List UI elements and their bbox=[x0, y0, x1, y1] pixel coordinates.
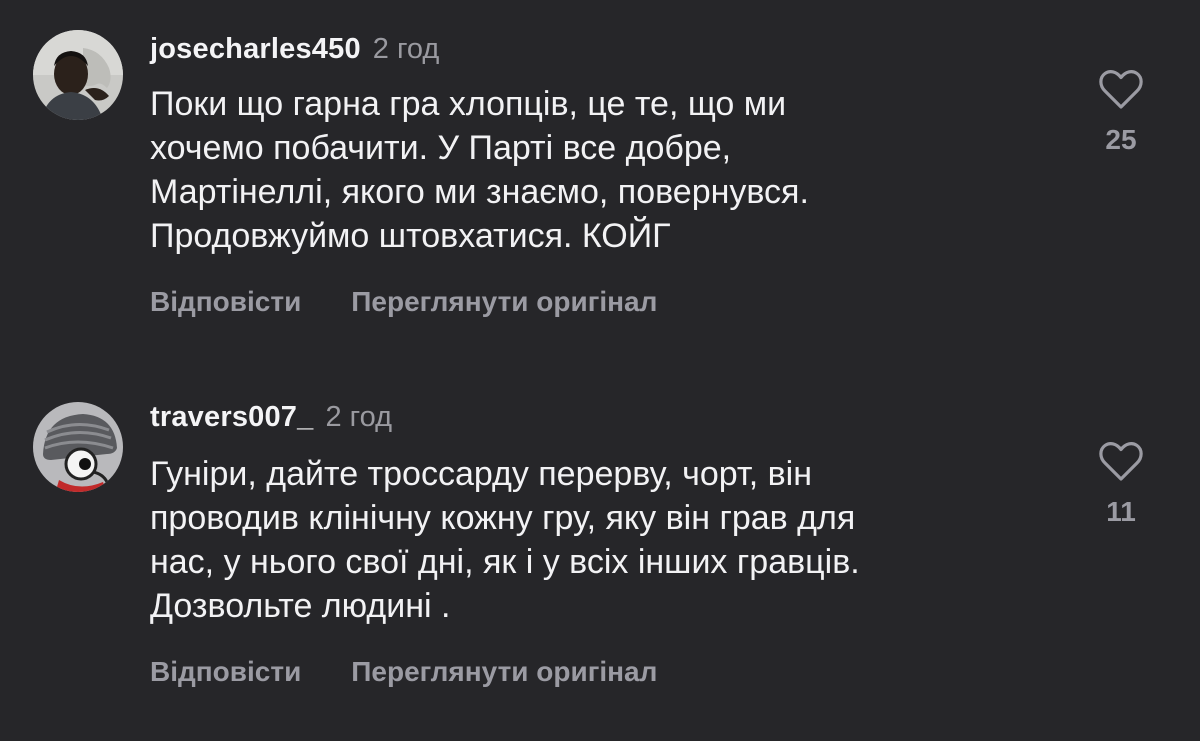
comment-actions: Відповісти Переглянути оригінал bbox=[150, 656, 657, 688]
username[interactable]: josecharles450 bbox=[150, 33, 361, 66]
comment-text-line: Продовжуймо штовхатися. КОЙГ bbox=[150, 217, 671, 255]
timestamp: 2 год bbox=[372, 33, 440, 65]
comment-item: josecharles450 2 год Поки що гарна гра х… bbox=[0, 0, 1200, 360]
comment-header: travers007_ 2 год bbox=[150, 401, 392, 441]
comment-text: Поки що гарна гра хлопців, це те, що ми … bbox=[150, 82, 1050, 258]
comment-actions: Відповісти Переглянути оригінал bbox=[150, 286, 657, 318]
comment-text-line: хочемо побачити. У Парті все добре, bbox=[150, 129, 732, 167]
comment-item: travers007_ 2 год Гуніри, дайте троссард… bbox=[0, 370, 1200, 741]
username[interactable]: travers007_ bbox=[150, 401, 313, 434]
user-photo-avatar-icon bbox=[33, 30, 123, 120]
timestamp: 2 год bbox=[325, 401, 393, 433]
comment-text: Гуніри, дайте троссарду перерву, чорт, в… bbox=[150, 452, 1050, 628]
comment-text-line: нас, у нього свої дні, як і у всіх інших… bbox=[150, 543, 860, 581]
like-control: 11 bbox=[1090, 442, 1152, 528]
heart-outline-icon[interactable] bbox=[1098, 70, 1144, 110]
comment-text-line: Мартінеллі, якого ми знаємо, повернувся. bbox=[150, 173, 809, 211]
avatar[interactable] bbox=[33, 30, 123, 120]
like-count: 11 bbox=[1106, 496, 1136, 527]
avatar[interactable] bbox=[33, 402, 123, 492]
comment-header: josecharles450 2 год bbox=[150, 33, 439, 73]
heart-outline-icon[interactable] bbox=[1098, 442, 1144, 482]
like-count: 25 bbox=[1105, 124, 1137, 155]
see-original-button[interactable]: Переглянути оригінал bbox=[351, 656, 657, 688]
like-control: 25 bbox=[1090, 70, 1152, 156]
comment-text-line: Дозвольте людині . bbox=[150, 587, 451, 625]
comment-text-line: проводив клінічну кожну гру, яку він гра… bbox=[150, 499, 856, 537]
comment-text-line: Поки що гарна гра хлопців, це те, що ми bbox=[150, 85, 787, 123]
comment-text-line: Гуніри, дайте троссарду перерву, чорт, в… bbox=[150, 455, 812, 493]
see-original-button[interactable]: Переглянути оригінал bbox=[351, 286, 657, 318]
reply-button[interactable]: Відповісти bbox=[150, 286, 301, 318]
reply-button[interactable]: Відповісти bbox=[150, 656, 301, 688]
cartoon-character-avatar-icon bbox=[33, 402, 123, 492]
